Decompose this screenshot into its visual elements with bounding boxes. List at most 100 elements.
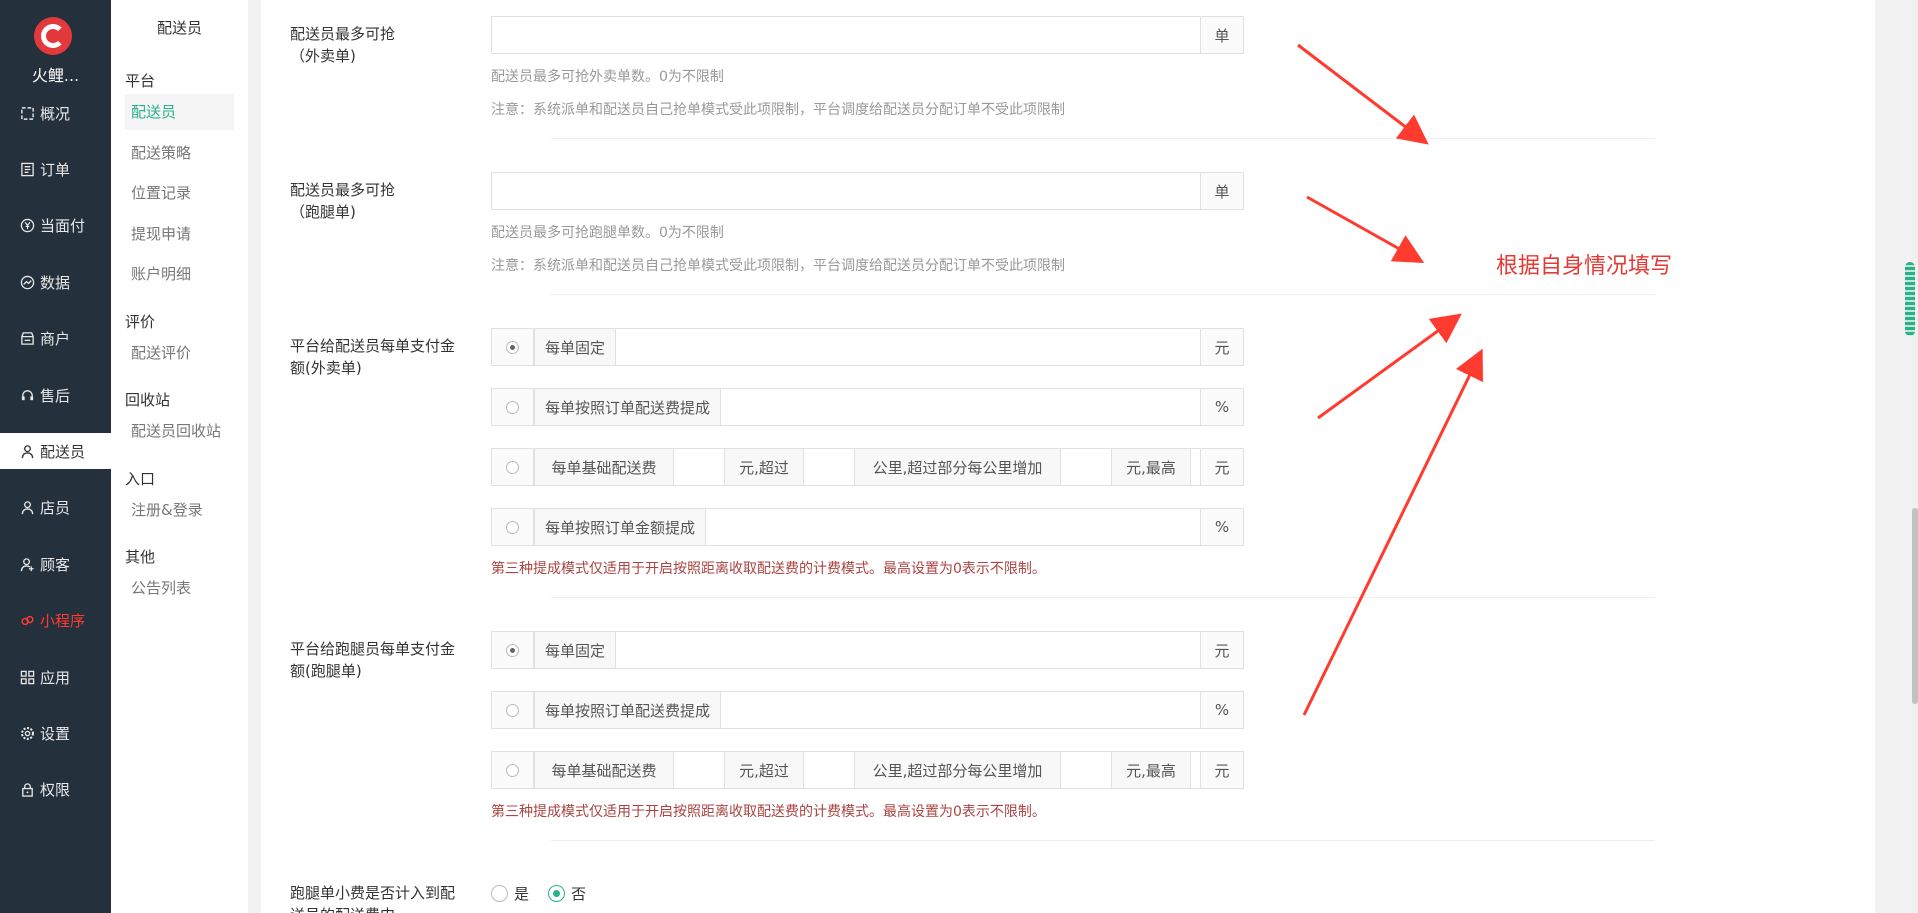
paotui-pay-option-row: 每单基础配送费 元,超过 公里,超过部分每公里增加 元,最高元	[491, 751, 1244, 789]
option-radio[interactable]	[491, 328, 534, 366]
option-radio[interactable]	[491, 448, 534, 486]
extra-per-km-input[interactable]	[1061, 752, 1111, 788]
option-label: 每单固定	[534, 631, 617, 669]
nav-item-11[interactable]: 设置	[0, 715, 111, 751]
logo-mark-icon	[41, 24, 65, 48]
option-label: 每单基础配送费	[534, 751, 674, 789]
nav-item-4[interactable]: 商户	[0, 321, 111, 357]
option-label: 每单按照订单配送费提成	[534, 691, 722, 729]
nav-item-8[interactable]: 顾客	[0, 546, 111, 582]
base-fee-input[interactable]	[674, 449, 724, 485]
shop-icon	[18, 330, 36, 348]
paotui-pay-option-row: 每单固定 元	[491, 631, 1244, 669]
waimai-pay-warn: 第三种提成模式仅适用于开启按照距离收取配送费的计费模式。最高设置为0表示不限制。	[491, 561, 1046, 577]
sub-nav-group: 回收站	[125, 391, 171, 409]
option-radio[interactable]	[491, 508, 534, 546]
option-radio[interactable]	[491, 631, 534, 669]
nav-item-label: 应用	[40, 668, 71, 687]
nav-item-10[interactable]: 应用	[0, 659, 111, 695]
waimai-pay-option-row: 每单按照订单配送费提成%	[491, 388, 1244, 426]
sub-nav-item[interactable]: 账户明细	[125, 256, 234, 292]
nav-item-3[interactable]: 数据	[0, 264, 111, 300]
clerk-icon	[18, 499, 36, 517]
waimai-max-hint: 配送员最多可抢外卖单数。0为不限制	[491, 69, 724, 85]
nav-item-label: 配送员	[40, 442, 86, 461]
brand-name: 火鲤...	[31, 66, 80, 85]
miniprogram-icon	[18, 612, 36, 630]
nav-item-0[interactable]: 概况	[0, 95, 111, 131]
apps-icon	[18, 668, 36, 686]
nav-item-6[interactable]: 配送员	[0, 433, 111, 470]
sub-nav-group: 平台	[125, 72, 156, 90]
nav-item-5[interactable]: 售后	[0, 377, 111, 413]
radio-dot-icon	[506, 520, 519, 534]
waimai-max-input[interactable]: 单	[491, 16, 1244, 54]
paotui-max-input[interactable]: 单	[491, 172, 1244, 210]
page-scrollbar[interactable]	[1912, 0, 1918, 913]
nav-item-7[interactable]: 店员	[0, 490, 111, 526]
sub-nav-group: 入口	[125, 469, 156, 488]
nav-item-label: 店员	[40, 499, 71, 518]
side-scroll-indicator[interactable]	[1905, 262, 1915, 336]
radio-dot-icon	[506, 643, 519, 657]
sub-nav-item[interactable]: 公告列表	[125, 570, 234, 606]
sub-nav-item[interactable]: 位置记录	[125, 175, 234, 211]
sub-nav-group: 其他	[125, 548, 156, 566]
sub-nav-item[interactable]: 配送策略	[125, 135, 234, 171]
brand-logo[interactable]	[34, 17, 72, 55]
option-radio[interactable]	[491, 751, 534, 789]
seg-max-label: 元,最高	[1111, 751, 1191, 789]
waimai-pay-option-row: 每单基础配送费 元,超过 公里,超过部分每公里增加 元,最高元	[491, 448, 1244, 486]
courier-icon	[18, 442, 36, 460]
km-threshold-input[interactable]	[804, 449, 854, 485]
seg-km-threshold-label: 元,超过	[724, 448, 804, 486]
paotui-pay-warn: 第三种提成模式仅适用于开启按照距离收取配送费的计费模式。最高设置为0表示不限制。	[491, 804, 1046, 820]
main-panel: 配送员最多可抢 （外卖单) 单 配送员最多可抢外卖单数。0为不限制 注意：系统派…	[261, 0, 1875, 913]
customer-icon	[18, 555, 36, 573]
nav-item-2[interactable]: 当面付	[0, 208, 111, 244]
radio-dot-icon	[506, 340, 519, 354]
sub-nav-item[interactable]: 配送员	[125, 94, 234, 130]
lock-icon	[18, 781, 36, 799]
sub-nav-item[interactable]: 注册&登录	[125, 492, 234, 528]
option-unit: 元	[1200, 328, 1244, 366]
main-nav: 火鲤... 概况订单当面付数据商户售后配送员店员顾客小程序应用设置权限	[0, 0, 111, 913]
option-radio[interactable]	[491, 388, 534, 426]
nav-item-label: 售后	[40, 386, 71, 405]
base-fee-input[interactable]	[674, 752, 724, 788]
nav-item-9[interactable]: 小程序	[0, 603, 111, 639]
seg-max-label: 元,最高	[1111, 448, 1191, 486]
waimai-pay-option-row: 每单固定 元	[491, 328, 1244, 366]
nav-item-label: 权限	[40, 781, 71, 800]
option-radio[interactable]	[491, 691, 534, 729]
waimai-max-label: 配送员最多可抢 （外卖单)	[290, 25, 396, 65]
radio-dot-icon	[506, 460, 519, 474]
nav-item-label: 商户	[40, 330, 71, 349]
gear-icon	[18, 724, 36, 742]
paotui-max-label: 配送员最多可抢 （跑腿单)	[290, 181, 396, 221]
sub-nav-item[interactable]: 配送评价	[125, 335, 234, 371]
sub-nav-item[interactable]: 提现申请	[125, 216, 234, 252]
waimai-max-unit: 单	[1200, 16, 1244, 54]
option-label: 每单按照订单配送费提成	[534, 388, 722, 426]
paotui-max-hint: 配送员最多可抢跑腿单数。0为不限制	[491, 225, 724, 241]
sub-nav-item[interactable]: 配送员回收站	[125, 413, 234, 449]
yen-icon	[18, 217, 36, 235]
nav-item-1[interactable]: 订单	[0, 151, 111, 187]
extra-per-km-input[interactable]	[1061, 449, 1111, 485]
page-scrollbar-thumb[interactable]	[1912, 508, 1918, 704]
tip-no-radio[interactable]: 否	[548, 883, 586, 904]
radio-circle-icon	[548, 885, 565, 902]
nav-item-label: 数据	[40, 273, 71, 292]
waimai-max-note: 注意：系统派单和配送员自己抢单模式受此项限制，平台调度给配送员分配订单不受此项限…	[491, 102, 1065, 118]
nav-item-label: 概况	[40, 104, 71, 123]
option-unit: 元	[1200, 448, 1244, 486]
radio-circle-icon	[491, 885, 508, 902]
tip-yes-radio[interactable]: 是	[491, 883, 529, 904]
sub-nav: 配送员 平台 配送员 配送策略 位置记录 提现申请 账户明细 评价 配送评价 回收站 配送员回收站…	[111, 0, 248, 913]
km-threshold-input[interactable]	[804, 752, 854, 788]
nav-item-label: 当面付	[40, 217, 86, 236]
nav-item-12[interactable]: 权限	[0, 772, 111, 808]
sub-nav-group: 评价	[125, 312, 156, 331]
waimai-pay-option-row: 每单按照订单金额提成%	[491, 508, 1244, 546]
